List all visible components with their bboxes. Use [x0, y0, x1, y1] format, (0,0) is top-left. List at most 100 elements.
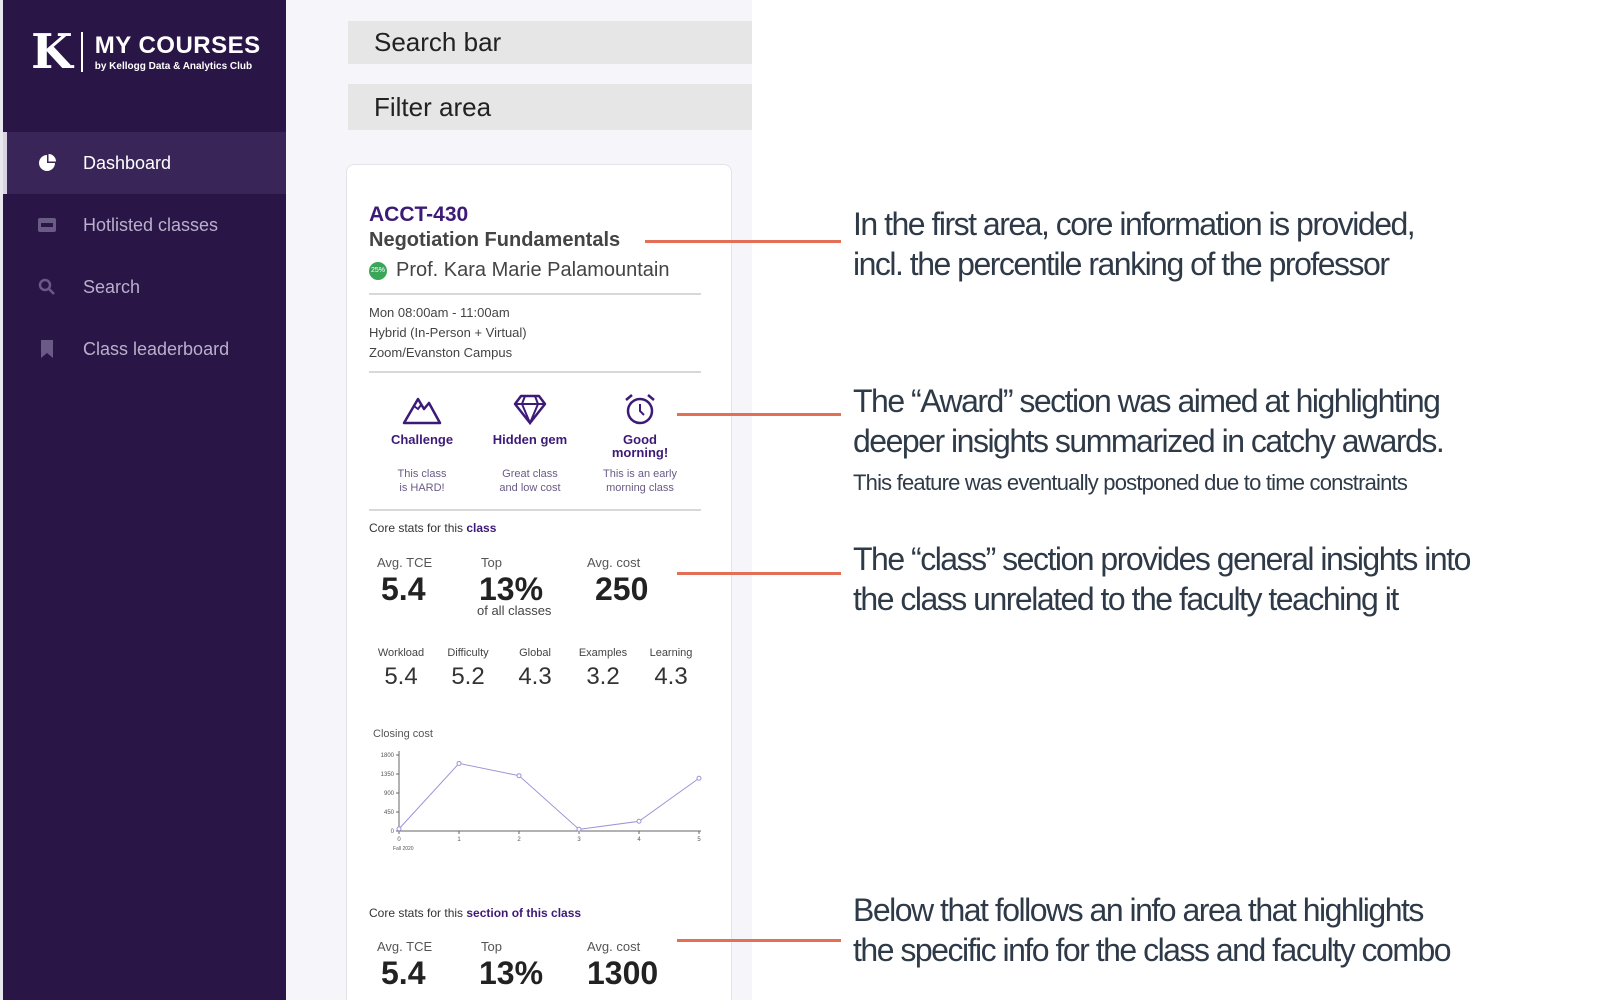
y-tick-label: 0 — [391, 829, 395, 835]
award-desc-line: morning class — [606, 482, 674, 494]
metric-value: 3.2 — [586, 663, 620, 690]
metric-value: 4.3 — [654, 663, 688, 690]
metric-examples: Examples 3.2 — [571, 647, 635, 691]
top-sub: of all classes — [477, 603, 552, 618]
sidebar-nav: Dashboard Hotlisted classes Search Class… — [3, 132, 286, 380]
metric-workload: Workload 5.4 — [369, 647, 433, 691]
logo-letter: K — [31, 24, 73, 80]
section-label-emphasis: class — [466, 521, 497, 535]
x-sub-label: Fall 2020 — [393, 846, 414, 852]
x-tick-label: 5 — [697, 837, 701, 843]
metric-difficulty: Difficulty 5.2 — [436, 647, 500, 691]
annotation-class-section: The “class” section provides general ins… — [853, 539, 1471, 619]
alarm-clock-icon — [585, 389, 695, 429]
annotation-connector — [645, 240, 841, 243]
avg-tce-value: 5.4 — [381, 571, 426, 607]
award-hidden-gem[interactable]: Hidden gem Great class and low cost — [475, 389, 585, 494]
y-tick-label: 900 — [384, 791, 395, 797]
series-line — [398, 762, 700, 830]
metric-label: Learning — [649, 647, 693, 659]
sidebar-item-label: Dashboard — [83, 152, 172, 173]
top-label: Top — [481, 939, 502, 954]
mountain-icon — [367, 389, 477, 429]
section-label-emphasis: section of this class — [466, 906, 582, 920]
award-desc-line: Great class — [502, 468, 558, 480]
annotation-line: the specific info for the class and facu… — [853, 932, 1452, 968]
annotation-awards: The “Award” section was aimed at highlig… — [853, 381, 1445, 461]
x-tick-label: 4 — [637, 837, 641, 843]
award-challenge[interactable]: Challenge This class is HARD! — [367, 389, 477, 494]
diamond-icon — [475, 389, 585, 429]
section-stats-label: Core stats for this section of this clas… — [369, 906, 581, 920]
logo-text: MY COURSES by Kellogg Data & Analytics C… — [95, 32, 261, 72]
ticket-icon — [37, 215, 57, 235]
avg-cost-value: 1300 — [587, 955, 659, 991]
y-tick-label: 450 — [384, 810, 395, 816]
sidebar: K MY COURSES by Kellogg Data & Analytics… — [0, 0, 286, 1000]
metric-learning: Learning 4.3 — [639, 647, 703, 691]
award-desc-line: and low cost — [499, 482, 561, 494]
percentile-badge: 25% — [369, 261, 387, 280]
annotation-core-info: In the first area, core information is p… — [853, 204, 1416, 284]
top-value: 13% — [479, 955, 544, 991]
professor-row[interactable]: 25% Prof. Kara Marie Palamountain — [369, 259, 669, 282]
award-good-morning[interactable]: Good morning! This is an early morning c… — [585, 389, 695, 494]
course-card[interactable]: ACCT-430 Negotiation Fundamentals 25% Pr… — [346, 164, 732, 1000]
sidebar-item-search[interactable]: Search — [3, 256, 286, 318]
metric-global: Global 4.3 — [503, 647, 567, 691]
search-bar[interactable]: Search bar — [348, 21, 752, 64]
sidebar-item-hotlisted[interactable]: Hotlisted classes — [3, 194, 286, 256]
professor-name: Prof. Kara Marie Palamountain — [396, 259, 670, 281]
search-icon — [37, 277, 57, 297]
course-code: ACCT-430 — [369, 203, 469, 226]
logo-divider — [80, 32, 83, 72]
metric-label: Workload — [377, 647, 425, 659]
schedule-format: Hybrid (In-Person + Virtual) — [369, 325, 527, 340]
award-title: Hidden gem — [492, 432, 568, 447]
avg-cost-label: Avg. cost — [587, 939, 641, 954]
y-tick-label: 1350 — [381, 772, 395, 778]
annotation-connector — [677, 413, 841, 416]
schedule-location: Zoom/Evanston Campus — [369, 345, 513, 360]
section-label-prefix: Core stats for this — [369, 521, 467, 535]
avg-tce-label: Avg. TCE — [377, 939, 433, 954]
award-title: Challenge — [390, 432, 454, 447]
pie-chart-icon — [37, 153, 57, 173]
annotation-line: In the first area, core information is p… — [853, 206, 1416, 242]
x-tick-label: 2 — [517, 837, 521, 843]
annotation-awards-note: This feature was eventually postponed du… — [853, 470, 1408, 495]
data-point — [696, 775, 702, 781]
section-label-prefix: Core stats for this — [369, 906, 467, 920]
sidebar-item-leaderboard[interactable]: Class leaderboard — [3, 318, 286, 380]
metric-label: Difficulty — [447, 647, 489, 659]
annotation-line: the class unrelated to the faculty teach… — [853, 581, 1399, 617]
bookmark-icon — [37, 339, 57, 359]
data-point — [396, 826, 402, 832]
divider — [369, 509, 701, 511]
award-desc-line: This class — [397, 468, 447, 480]
avg-cost-value: 250 — [595, 571, 649, 607]
award-desc-line: is HARD! — [399, 482, 445, 494]
closing-cost-chart: 0 450 900 1350 1800 0 1 2 3 4 5 Fall 2020 — [381, 751, 702, 852]
sidebar-item-dashboard[interactable]: Dashboard — [3, 132, 286, 194]
data-point — [636, 818, 642, 824]
filter-area[interactable]: Filter area — [348, 84, 752, 130]
annotation-connector — [677, 572, 841, 575]
avg-cost-label: Avg. cost — [587, 555, 641, 570]
metric-label: Examples — [578, 647, 628, 659]
annotation-line: deeper insights summarized in catchy awa… — [853, 423, 1445, 459]
annotation-section-info: Below that follows an info area that hig… — [853, 890, 1452, 970]
main-column: Search bar Filter area ACCT-430 Negotiat… — [286, 0, 752, 1000]
avg-tce-label: Avg. TCE — [377, 555, 433, 570]
course-name: Negotiation Fundamentals — [369, 229, 621, 251]
x-tick-label: 0 — [397, 837, 401, 843]
logo[interactable]: K MY COURSES by Kellogg Data & Analytics… — [31, 28, 261, 76]
sidebar-item-label: Search — [83, 276, 141, 297]
award-title: morning! — [611, 445, 669, 460]
metric-value: 5.4 — [384, 663, 418, 690]
chart-title: Closing cost — [373, 728, 433, 740]
data-point — [456, 760, 462, 766]
x-tick-label: 3 — [577, 837, 581, 843]
award-desc-line: This is an early — [603, 468, 677, 480]
annotation-connector — [677, 939, 841, 942]
